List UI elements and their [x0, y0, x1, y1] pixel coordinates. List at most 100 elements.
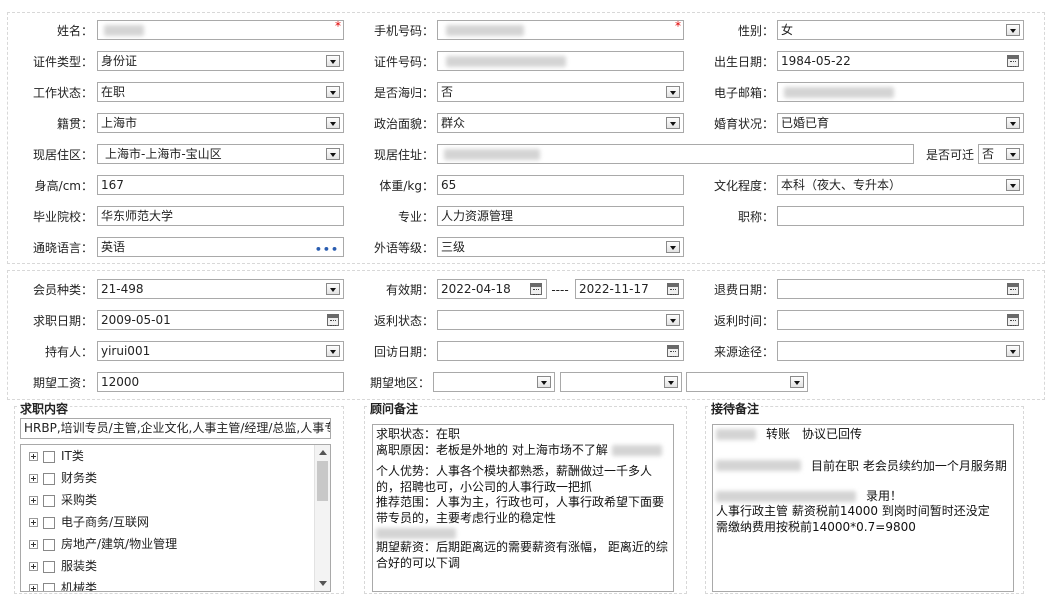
email-field[interactable]	[777, 82, 1024, 102]
tree-item-apparel[interactable]: 服装类	[21, 555, 330, 577]
visit-date-field[interactable]	[437, 341, 684, 361]
birth-date-field[interactable]: 1984-05-22	[777, 51, 1024, 71]
rebate-status-select[interactable]	[437, 310, 684, 330]
scroll-up-icon[interactable]	[319, 450, 327, 455]
expand-icon[interactable]	[29, 496, 38, 505]
checkbox[interactable]	[43, 472, 55, 485]
language-level-select[interactable]: 三级	[437, 237, 684, 257]
tree-item-it[interactable]: IT类	[21, 445, 330, 467]
id-type-select[interactable]: 身份证	[97, 51, 344, 71]
id-number-field[interactable]	[437, 51, 684, 71]
chevron-down-icon[interactable]	[326, 345, 340, 357]
scrollbar-thumb[interactable]	[317, 461, 328, 501]
tree-item-finance[interactable]: 财务类	[21, 467, 330, 489]
gender-select[interactable]: 女	[777, 20, 1024, 40]
tree-item-purchasing[interactable]: 采购类	[21, 489, 330, 511]
refund-date-field[interactable]	[777, 279, 1024, 299]
reception-notes-textarea[interactable]: 转账 协议已回传 目前在职 老会员续约加一个月服务期 录用！ 人事行政主管 薪资…	[712, 424, 1014, 592]
checkbox[interactable]	[43, 560, 55, 573]
chevron-down-icon[interactable]	[1006, 148, 1020, 160]
native-place-select[interactable]: 上海市	[97, 113, 344, 133]
chevron-down-icon[interactable]	[1006, 179, 1020, 191]
chevron-down-icon[interactable]	[1006, 345, 1020, 357]
expand-icon[interactable]	[29, 584, 38, 591]
expand-icon[interactable]	[29, 540, 38, 549]
refund-date-label: 退费日期：	[713, 283, 774, 297]
chevron-down-icon[interactable]	[1006, 24, 1020, 36]
region-province-select[interactable]	[433, 372, 555, 392]
checkbox[interactable]	[43, 538, 55, 551]
phone-field[interactable]: *	[437, 20, 684, 40]
address-field[interactable]	[437, 144, 914, 164]
residence-area-select[interactable]: 上海市-上海市-宝山区	[97, 144, 344, 164]
chevron-down-icon[interactable]	[790, 376, 804, 388]
holder-select[interactable]: yirui001	[97, 341, 344, 361]
political-select[interactable]: 群众	[437, 113, 684, 133]
salary-label: 期望工资：	[32, 376, 93, 390]
checkbox[interactable]	[43, 494, 55, 507]
language-field[interactable]: 英语 •••	[97, 237, 344, 257]
tree-item-realestate[interactable]: 房地产/建筑/物业管理	[21, 533, 330, 555]
residence-area-label: 现居住区：	[32, 148, 93, 162]
checkbox[interactable]	[43, 582, 55, 591]
expand-icon[interactable]	[29, 518, 38, 527]
region-city-select[interactable]	[560, 372, 682, 392]
school-field[interactable]: 华东师范大学	[97, 206, 344, 226]
advisor-notes-textarea[interactable]: 求职状态：在职 离职原因：老板是外地的 对上海市场不了解 个人优势：人事各个模块…	[372, 424, 674, 592]
chevron-down-icon[interactable]	[664, 376, 678, 388]
calendar-icon[interactable]	[667, 283, 679, 295]
calendar-icon[interactable]	[327, 314, 339, 326]
id-type-label: 证件类型：	[32, 55, 93, 69]
marital-select[interactable]: 已婚已育	[777, 113, 1024, 133]
validity-end-field[interactable]: 2022-11-17	[575, 279, 684, 299]
overseas-select[interactable]: 否	[437, 82, 684, 102]
job-date-field[interactable]: 2009-05-01	[97, 310, 344, 330]
relocate-select[interactable]: 否	[978, 144, 1024, 164]
chevron-down-icon[interactable]	[1006, 117, 1020, 129]
redacted-text	[444, 149, 540, 160]
name-field[interactable]: *	[97, 20, 344, 40]
chevron-down-icon[interactable]	[666, 117, 680, 129]
expand-icon[interactable]	[29, 452, 38, 461]
reception-notes-title: 接待备注	[709, 400, 762, 417]
salary-field[interactable]: 12000	[97, 372, 344, 392]
tree-item-ecommerce[interactable]: 电子商务/互联网	[21, 511, 330, 533]
expand-icon[interactable]	[29, 474, 38, 483]
job-summary-field[interactable]: HRBP,培训专员/主管,企业文化,人事主管/经理/总监,人事专	[20, 418, 331, 439]
job-title-field[interactable]	[777, 206, 1024, 226]
checkbox[interactable]	[43, 450, 55, 463]
calendar-icon[interactable]	[667, 345, 679, 357]
chevron-down-icon[interactable]	[326, 283, 340, 295]
id-number-label: 证件号码：	[373, 55, 434, 69]
job-category-tree[interactable]: IT类 财务类 采购类 电子商务/互联网 房地产/建筑/物业管理 服装类 机械类	[20, 444, 331, 592]
calendar-icon[interactable]	[1007, 55, 1019, 67]
member-type-select[interactable]: 21-498	[97, 279, 344, 299]
calendar-icon[interactable]	[1007, 283, 1019, 295]
expand-icon[interactable]	[29, 562, 38, 571]
chevron-down-icon[interactable]	[326, 55, 340, 67]
chevron-down-icon[interactable]	[666, 241, 680, 253]
validity-start-field[interactable]: 2022-04-18	[437, 279, 547, 299]
major-field[interactable]: 人力资源管理	[437, 206, 684, 226]
more-options-icon[interactable]: •••	[315, 241, 339, 256]
region-district-select[interactable]	[686, 372, 808, 392]
rebate-time-field[interactable]	[777, 310, 1024, 330]
chevron-down-icon[interactable]	[326, 148, 340, 160]
work-status-select[interactable]: 在职	[97, 82, 344, 102]
calendar-icon[interactable]	[1007, 314, 1019, 326]
scroll-down-icon[interactable]	[319, 581, 327, 586]
weight-field[interactable]: 65	[437, 175, 684, 195]
calendar-icon[interactable]	[530, 283, 542, 295]
chevron-down-icon[interactable]	[537, 376, 551, 388]
height-field[interactable]: 167	[97, 175, 344, 195]
chevron-down-icon[interactable]	[326, 117, 340, 129]
chevron-down-icon[interactable]	[326, 86, 340, 98]
education-select[interactable]: 本科（夜大、专升本）	[777, 175, 1024, 195]
name-label: 姓名：	[56, 24, 93, 38]
tree-item-machinery[interactable]: 机械类	[21, 577, 330, 591]
chevron-down-icon[interactable]	[666, 314, 680, 326]
chevron-down-icon[interactable]	[666, 86, 680, 98]
tree-scrollbar[interactable]	[314, 445, 330, 591]
checkbox[interactable]	[43, 516, 55, 529]
source-select[interactable]	[777, 341, 1024, 361]
